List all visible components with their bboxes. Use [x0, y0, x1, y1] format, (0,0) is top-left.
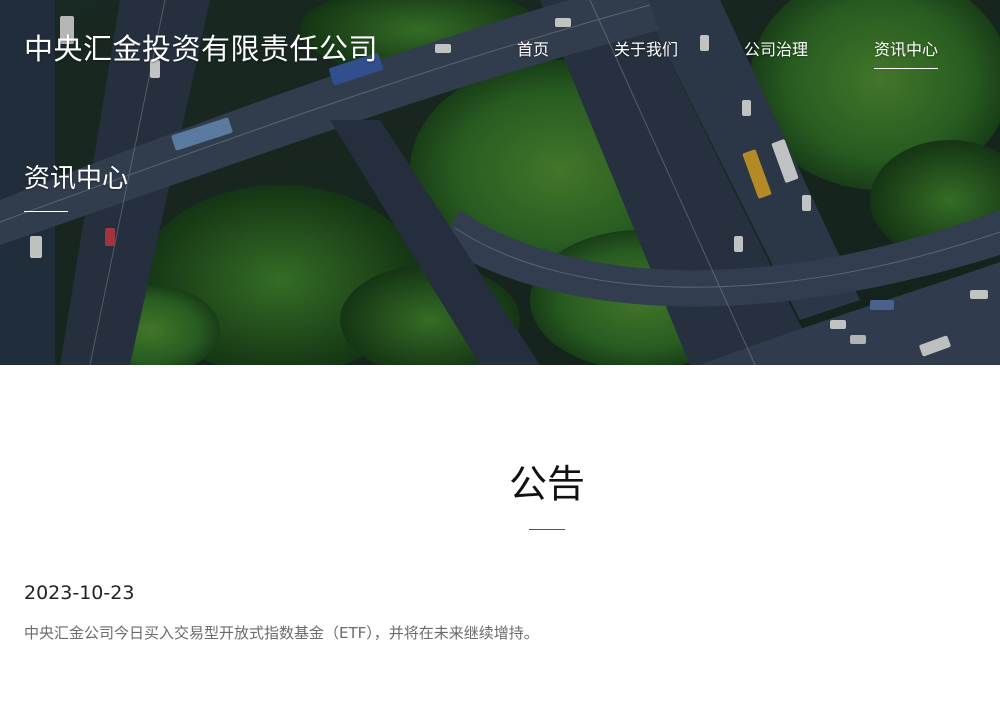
section-title-divider — [529, 529, 565, 530]
hero-title: 资讯中心 — [24, 164, 129, 194]
notice-date: 2023-10-23 — [24, 582, 135, 604]
site-logo[interactable]: 中央汇金投资有限责任公司 — [24, 26, 378, 68]
nav-item-about[interactable]: 关于我们 — [614, 36, 678, 60]
section-header: 公告 — [0, 365, 1000, 705]
hero-title-block: 资讯中心 — [24, 158, 128, 212]
nav-item-governance[interactable]: 公司治理 — [744, 36, 808, 60]
site-header: 中央汇金投资有限责任公司 首页 关于我们 公司治理 资讯中心 — [0, 0, 1000, 90]
main-content: 公告 2023-10-23 中央汇金公司今日买入交易型开放式指数基金（ETF），… — [0, 365, 1000, 705]
notice-text-link[interactable]: 中央汇金公司今日买入交易型开放式指数基金（ETF），并将在未来继续增持。 — [24, 622, 539, 643]
hero-title-underline — [24, 211, 68, 212]
nav-item-news[interactable]: 资讯中心 — [874, 36, 939, 69]
hero-banner: 中央汇金投资有限责任公司 首页 关于我们 公司治理 资讯中心 资讯中心 — [0, 0, 1000, 365]
nav-item-home[interactable]: 首页 — [517, 36, 549, 60]
section-title: 公告 — [508, 462, 585, 506]
